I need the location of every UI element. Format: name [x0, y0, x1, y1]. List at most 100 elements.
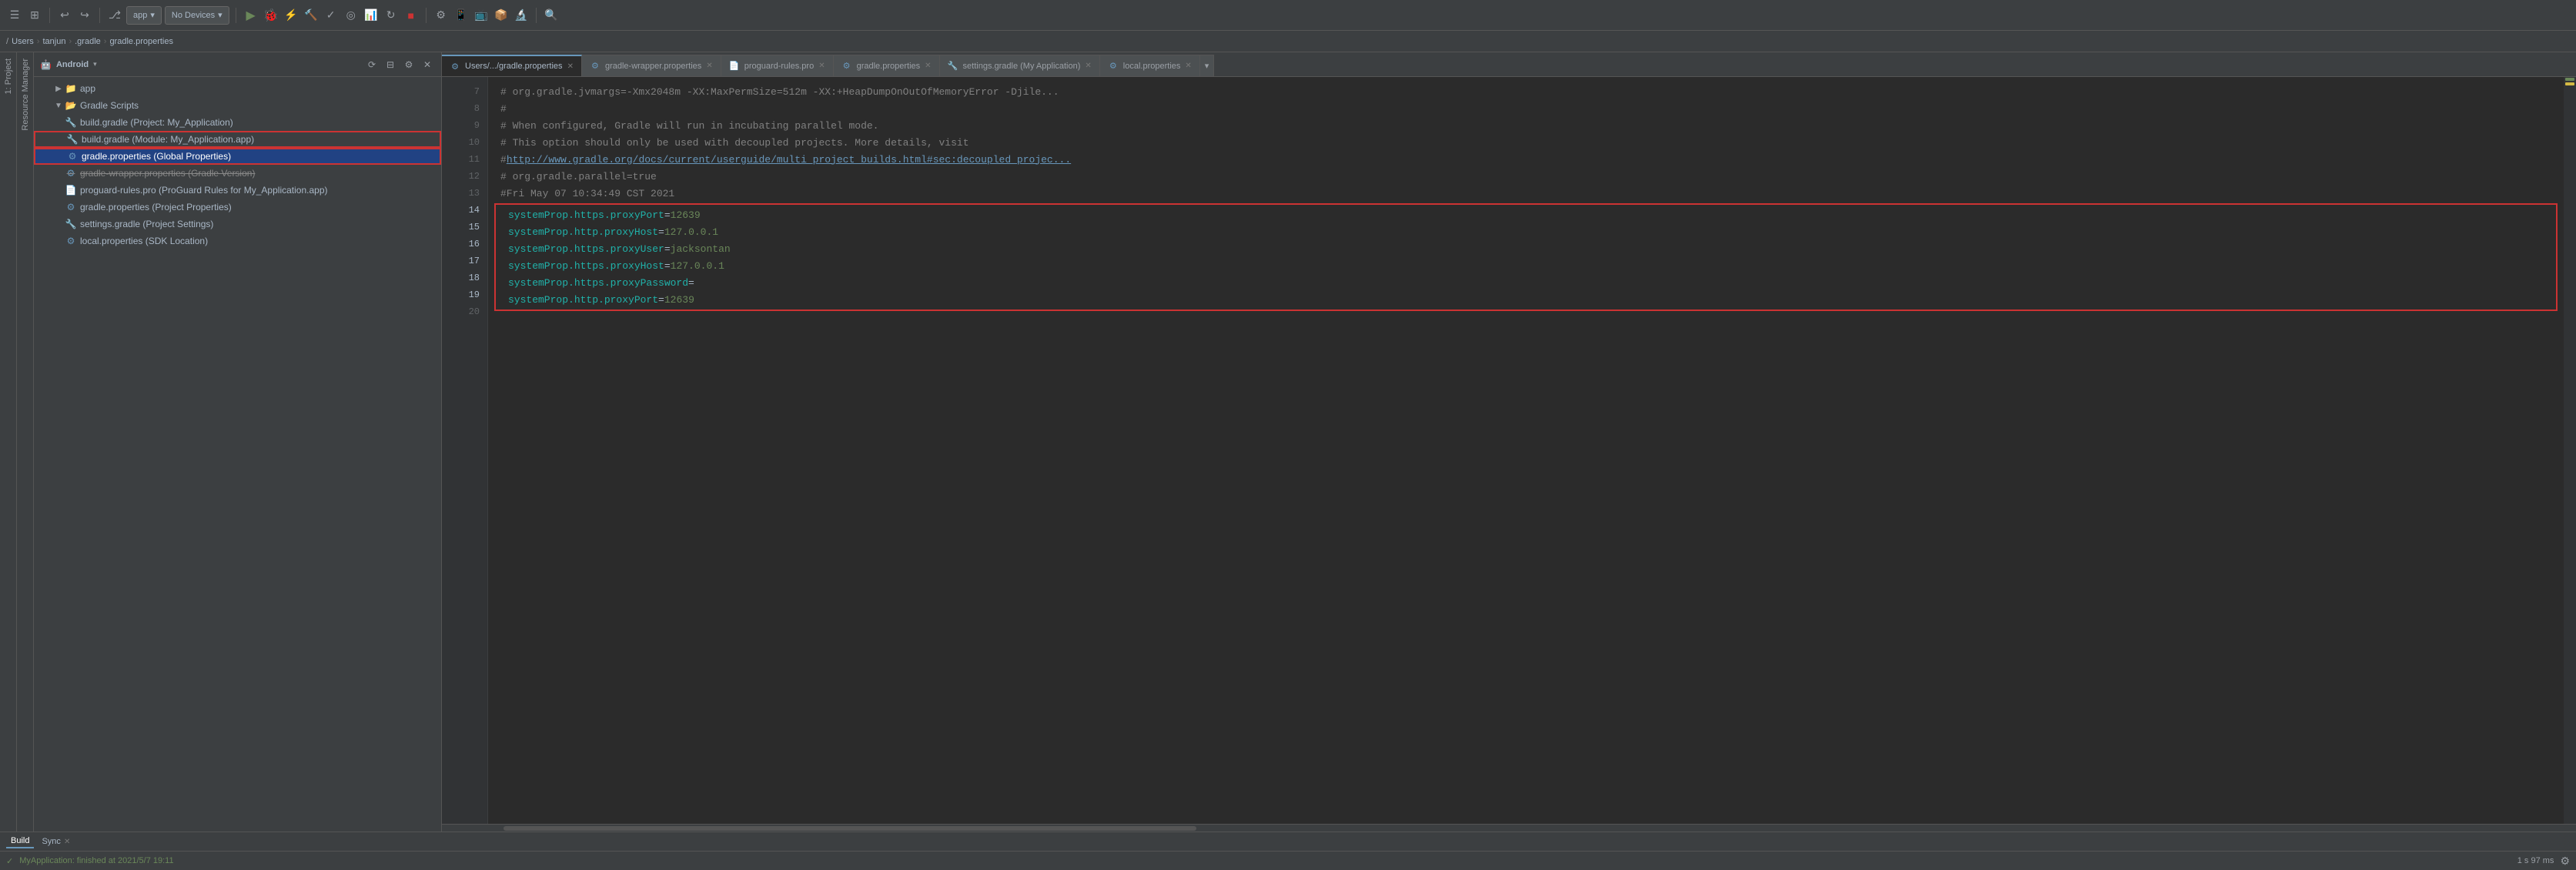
sdk-manager-icon[interactable]: ⚙ [433, 7, 450, 24]
status-checkmark-icon: ✓ [6, 856, 13, 866]
code-line-17: systemProp.https.proxyHost=127.0.0.1 [496, 257, 2556, 274]
test-icon[interactable]: ✓ [323, 7, 340, 24]
panel-header-left: 🤖 Android ▾ [40, 59, 97, 70]
gutter-mark-warning [2565, 82, 2574, 85]
breadcrumb-tanjun[interactable]: tanjun [42, 37, 65, 46]
close-panel-icon[interactable]: ✕ [420, 57, 435, 72]
sync-tab-close-icon[interactable]: ✕ [64, 838, 70, 846]
tree-item-app[interactable]: ▶ 📁 app [34, 80, 441, 97]
tree-item-gradle-properties-global[interactable]: ⚙ gradle.properties (Global Properties) [34, 148, 441, 165]
tree-item-build-gradle-module[interactable]: 🔧 build.gradle (Module: My_Application.a… [34, 131, 441, 148]
menu-icon[interactable]: ☰ [6, 7, 23, 24]
tab-label-gradle-properties-users: Users/.../gradle.properties [465, 62, 563, 71]
code-val-14: 12639 [671, 209, 701, 221]
tab-gradle-wrapper[interactable]: ⚙ gradle-wrapper.properties ✕ [582, 55, 721, 76]
vcs-icon[interactable]: ⎇ [106, 7, 123, 24]
code-line-14: systemProp.https.proxyPort=12639 [496, 206, 2556, 223]
tree-item-gradle-wrapper[interactable]: ⚙ gradle-wrapper.properties (Gradle Vers… [34, 165, 441, 182]
status-bar: ✓ MyApplication: finished at 2021/5/7 19… [0, 852, 2576, 870]
apk-icon[interactable]: 📦 [493, 7, 510, 24]
build-gradle-module-icon: 🔧 [66, 133, 79, 146]
no-devices-button[interactable]: No Devices ▾ [165, 6, 229, 25]
right-gutter [2564, 77, 2576, 824]
tree-item-local-properties[interactable]: ⚙ local.properties (SDK Location) [34, 233, 441, 249]
run-button[interactable]: ▶ [243, 7, 259, 24]
tab-gradle-properties[interactable]: ⚙ gradle.properties ✕ [834, 55, 940, 76]
app-dropdown-icon: ▾ [150, 10, 155, 20]
gradle-wrapper-icon: ⚙ [65, 167, 77, 179]
bottom-panel: Build Sync ✕ ✓ MyApplication: finished a… [0, 832, 2576, 870]
redo-icon[interactable]: ↪ [76, 7, 93, 24]
attach-button[interactable]: ⚡ [283, 7, 299, 24]
code-key-17: systemProp.https.proxyHost [508, 260, 664, 272]
line-num-18: 18 [442, 269, 487, 286]
code-val-15: 127.0.0.1 [664, 226, 718, 238]
reload-icon[interactable]: ↻ [383, 7, 400, 24]
line-num-8: 8 [442, 100, 487, 117]
debug-button[interactable]: 🐞 [263, 7, 279, 24]
breadcrumb-users[interactable]: Users [12, 37, 34, 46]
code-content-13: #Fri May 07 10:34:49 CST 2021 [500, 188, 674, 199]
line-num-12: 12 [442, 168, 487, 185]
tab-icon-gradle-properties-users: ⚙ [450, 61, 460, 72]
app-label: app [80, 83, 95, 94]
tree-item-gradle-properties-project[interactable]: ⚙ gradle.properties (Project Properties) [34, 199, 441, 216]
tab-close-proguard[interactable]: ✕ [818, 62, 825, 70]
code-line-11: # http://www.gradle.org/docs/current/use… [488, 151, 2564, 168]
code-line-15: systemProp.http.proxyHost=127.0.0.1 [496, 223, 2556, 240]
tab-settings-gradle[interactable]: 🔧 settings.gradle (My Application) ✕ [940, 55, 1100, 76]
build-gradle-project-label: build.gradle (Project: My_Application) [80, 117, 233, 128]
profiler-icon[interactable]: 🔬 [513, 7, 530, 24]
project-strip[interactable]: 1: Project [0, 52, 17, 832]
tab-gradle-properties-users[interactable]: ⚙ Users/.../gradle.properties ✕ [442, 55, 582, 76]
panel-dropdown-icon[interactable]: ▾ [93, 60, 97, 69]
line-numbers: 7 8 9 10 11 12 13 14 15 16 17 18 19 20 [442, 77, 488, 824]
tree-item-gradle-scripts[interactable]: ▼ 📂 Gradle Scripts [34, 97, 441, 114]
stop-icon[interactable]: ■ [403, 7, 420, 24]
tab-proguard[interactable]: 📄 proguard-rules.pro ✕ [721, 55, 834, 76]
code-val-17: 127.0.0.1 [671, 260, 724, 272]
profile-icon[interactable]: 📊 [363, 7, 380, 24]
sync-tab[interactable]: Sync ✕ [37, 835, 75, 848]
tab-close-gradle-properties[interactable]: ✕ [925, 62, 931, 70]
project-panel: 🤖 Android ▾ ⟳ ⊟ ⚙ ✕ ▶ 📁 app ▼ [34, 52, 442, 832]
tab-close-local-properties[interactable]: ✕ [1185, 62, 1191, 70]
scrollbar-thumb[interactable] [503, 826, 1196, 831]
search-icon[interactable]: 🔍 [543, 7, 560, 24]
code-eq-14: = [664, 209, 671, 221]
editor-scrollbar[interactable] [442, 824, 2576, 832]
code-editor[interactable]: # org.gradle.jvmargs=-Xmx2048m -XX:MaxPe… [488, 77, 2564, 824]
app-selector[interactable]: app ▾ [126, 6, 162, 25]
tree-item-settings-gradle[interactable]: 🔧 settings.gradle (Project Settings) [34, 216, 441, 233]
tab-overflow[interactable]: ▾ [1200, 55, 1215, 76]
tab-local-properties[interactable]: ⚙ local.properties ✕ [1100, 55, 1200, 76]
build-tab[interactable]: Build [6, 835, 34, 848]
logcat-icon[interactable]: 📱 [453, 7, 470, 24]
tab-label-proguard: proguard-rules.pro [744, 62, 815, 71]
main-toolbar: ☰ ⊞ ↩ ↪ ⎇ app ▾ No Devices ▾ ▶ 🐞 ⚡ 🔨 ✓ ◎… [0, 0, 2576, 31]
settings-gear-icon[interactable]: ⚙ [401, 57, 417, 72]
tab-close-gradle-properties-users[interactable]: ✕ [567, 62, 574, 71]
breadcrumb-file[interactable]: gradle.properties [109, 37, 173, 46]
status-gear-icon[interactable]: ⚙ [2560, 855, 2570, 868]
tab-close-gradle-wrapper[interactable]: ✕ [706, 62, 712, 70]
code-link-11: http://www.gradle.org/docs/current/userg… [507, 154, 1071, 166]
code-eq-19: = [658, 294, 664, 306]
undo-icon[interactable]: ↩ [56, 7, 73, 24]
no-devices-dropdown-icon: ▾ [218, 10, 222, 20]
build-gradle-module-label: build.gradle (Module: My_Application.app… [82, 134, 254, 145]
breadcrumb-gradle[interactable]: .gradle [75, 37, 101, 46]
tab-close-settings-gradle[interactable]: ✕ [1085, 62, 1091, 70]
collapse-icon[interactable]: ⊟ [383, 57, 398, 72]
build-tab-label: Build [11, 836, 29, 845]
coverage-icon[interactable]: ◎ [343, 7, 360, 24]
build-icon[interactable]: 🔨 [303, 7, 319, 24]
sync-icon[interactable]: ⟳ [364, 57, 380, 72]
monitor-icon[interactable]: 📺 [473, 7, 490, 24]
app-folder-icon: 📁 [65, 82, 77, 95]
layout-icon[interactable]: ⊞ [26, 7, 43, 24]
tree-item-proguard[interactable]: 📄 proguard-rules.pro (ProGuard Rules for… [34, 182, 441, 199]
code-content-8: # [500, 103, 507, 115]
tree-item-build-gradle-project[interactable]: 🔧 build.gradle (Project: My_Application) [34, 114, 441, 131]
resource-strip[interactable]: Resource Manager [17, 52, 34, 832]
